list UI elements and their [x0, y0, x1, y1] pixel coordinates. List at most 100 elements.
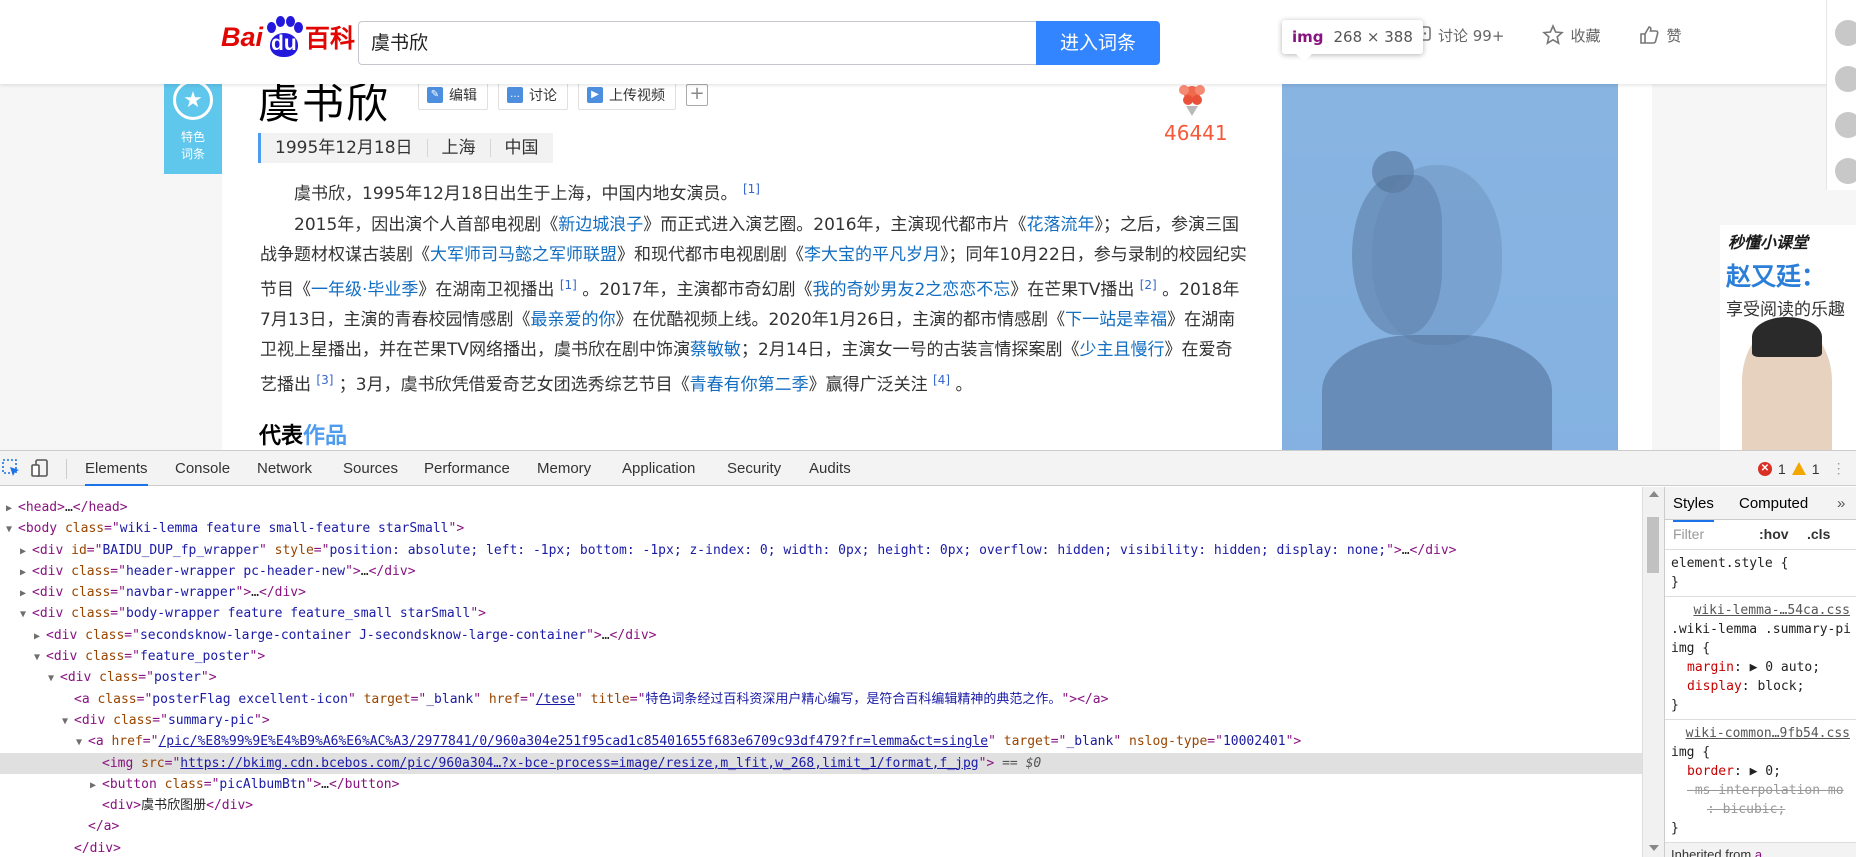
link-qi-miao-nan-you[interactable]: 我的奇妙男友2之恋恋不忘	[812, 280, 1010, 300]
tab-styles[interactable]: Styles	[1673, 487, 1714, 522]
reference-3[interactable]: [3]	[316, 373, 333, 387]
style-rule-1[interactable]: wiki-lemma-…54ca.css .wiki-lemma .summar…	[1665, 597, 1856, 720]
rule1-val-display[interactable]: block;	[1757, 679, 1804, 694]
dom-node-row[interactable]: ▶ <div class="header-wrapper pc-header-ne…	[0, 561, 1642, 582]
favorite-action[interactable]: 收藏	[1542, 24, 1600, 46]
tab-performance[interactable]: Performance	[424, 451, 510, 486]
baidu-baike-logo[interactable]: Bai du 百科	[221, 14, 355, 60]
dom-node-row[interactable]: <a class="posterFlag excellent-icon" tar…	[0, 689, 1642, 710]
dom-node-row[interactable]: ▼ <body class="wiki-lemma feature small-f…	[0, 518, 1642, 539]
flower-icon[interactable]	[1172, 80, 1212, 118]
dom-node-row[interactable]: ▼ <div class="body-wrapper feature featur…	[0, 603, 1642, 624]
collapse-triangle-icon[interactable]: ▼	[76, 732, 88, 753]
rule2-val-border[interactable]: ▶ 0;	[1750, 764, 1781, 779]
dom-node-row[interactable]: </a>	[0, 816, 1642, 837]
dom-node-row[interactable]: ▶ <head>…</head>	[0, 497, 1642, 518]
scroll-thumb[interactable]	[1647, 517, 1659, 573]
collapse-triangle-icon[interactable]: ▼	[48, 668, 60, 689]
rule1-prop-display[interactable]: display	[1671, 679, 1742, 694]
collapse-triangle-icon[interactable]: ▼	[6, 519, 18, 540]
discussion-action[interactable]: 讨论 99+	[1410, 24, 1504, 46]
edit-button[interactable]: ✎ 编辑	[418, 80, 488, 110]
reference-1[interactable]: [1]	[560, 278, 577, 292]
rail-star-icon[interactable]	[1835, 20, 1856, 46]
tab-sources[interactable]: Sources	[343, 451, 398, 486]
dom-node-row[interactable]: ▶ <div class="secondsknow-large-container…	[0, 625, 1642, 646]
collapse-triangle-icon[interactable]: ▼	[34, 647, 46, 668]
elements-scrollbar[interactable]	[1642, 487, 1664, 857]
elements-tree[interactable]: ▶ <head>…</head> ▼ <body class="wiki-lemma …	[0, 487, 1642, 857]
advertisement[interactable]: 秒懂小课堂 赵又廷： 享受阅读的乐趣	[1720, 225, 1856, 450]
dom-node-row[interactable]: ▼ <div class="feature_poster">	[0, 646, 1642, 667]
more-tabs-icon[interactable]: »	[1837, 487, 1845, 520]
dom-node-row[interactable]: ▼ <div class="summary-pic">	[0, 710, 1642, 731]
link-cai-min-min[interactable]: 蔡敏敏	[690, 340, 741, 360]
rule2-val-interpolation[interactable]: : bicubic;	[1707, 802, 1785, 817]
expand-triangle-icon[interactable]: ▶	[20, 541, 32, 562]
reference-4[interactable]: [4]	[933, 373, 950, 387]
dom-node-row[interactable]: ▼ <a href="/pic/%E8%99%9E%E4%B9%A6%E6%AC%…	[0, 731, 1642, 752]
collapse-triangle-icon[interactable]: ▼	[62, 711, 74, 732]
link-shao-zhu-qie-man-xing[interactable]: 少主且慢行	[1079, 340, 1164, 360]
link-yi-nian-ji[interactable]: 一年级·毕业季	[311, 280, 418, 300]
reference-1[interactable]: [1]	[743, 182, 760, 196]
add-button[interactable]: +	[686, 84, 708, 106]
rule1-val-margin[interactable]: ▶ 0 auto;	[1750, 660, 1820, 675]
inspect-element-icon[interactable]	[0, 457, 22, 479]
dom-node-selected[interactable]: <img src="https://bkimg.cdn.bcebos.com/p…	[0, 752, 1642, 774]
rule2-source-link[interactable]: wiki-common…9fb54.css	[1671, 724, 1850, 743]
rail-wechat-icon[interactable]	[1835, 112, 1856, 138]
tab-elements[interactable]: Elements	[85, 451, 148, 486]
style-rule-2[interactable]: wiki-common…9fb54.css img { border: ▶ 0;…	[1665, 720, 1856, 843]
expand-triangle-icon[interactable]: ▶	[6, 498, 18, 519]
expand-triangle-icon[interactable]: ▶	[34, 626, 46, 647]
link-xia-yi-zhan[interactable]: 下一站是幸福	[1065, 310, 1167, 330]
dom-node-row[interactable]: </div>	[0, 838, 1642, 857]
reference-2[interactable]: [2]	[1140, 278, 1157, 292]
element-style-rule[interactable]: element.style { }	[1665, 550, 1856, 597]
tab-application[interactable]: Application	[622, 451, 695, 486]
link-li-da-bao[interactable]: 李大宝的平凡岁月	[804, 245, 940, 265]
tab-computed[interactable]: Computed	[1739, 487, 1808, 520]
expand-triangle-icon[interactable]: ▶	[20, 583, 32, 604]
scroll-down-arrow[interactable]	[1649, 845, 1659, 851]
rule2-prop-interpolation[interactable]: -ms-interpolation-mo	[1671, 783, 1844, 798]
tab-audits[interactable]: Audits	[809, 451, 851, 486]
like-action[interactable]: 赞	[1638, 24, 1681, 46]
rail-eye-icon[interactable]	[1835, 66, 1856, 92]
device-toolbar-icon[interactable]	[30, 457, 52, 479]
feature-badge[interactable]: ★ 特色 词条	[164, 74, 222, 174]
enter-lemma-button[interactable]: 进入词条	[1036, 21, 1160, 65]
dom-node-row[interactable]: ▶ <button class="picAlbumBtn">…</button>	[0, 774, 1642, 795]
dom-node-row[interactable]: ▶ <div id="BAIDU_DUP_fp_wrapper" style="p…	[0, 540, 1642, 561]
scroll-up-arrow[interactable]	[1649, 491, 1659, 497]
tab-security[interactable]: Security	[727, 451, 781, 486]
rule1-source-link[interactable]: wiki-lemma-…54ca.css	[1671, 601, 1850, 620]
tab-network[interactable]: Network	[257, 451, 312, 486]
link-jun-shi-lian-meng[interactable]: 大军师司马懿之军师联盟	[430, 245, 617, 265]
rail-weibo-icon[interactable]	[1835, 158, 1856, 184]
rule1-prop-margin[interactable]: margin	[1671, 660, 1734, 675]
styles-filter-input[interactable]: Filter	[1673, 526, 1704, 542]
dom-node-row[interactable]: ▶ <div class="navbar-wrapper">…</div>	[0, 582, 1642, 603]
link-hua-luo-liu-nian[interactable]: 花落流年	[1027, 215, 1095, 235]
discuss-button[interactable]: … 讨论	[498, 80, 568, 110]
rule2-prop-border[interactable]: border	[1671, 764, 1734, 779]
collapse-triangle-icon[interactable]: ▼	[20, 604, 32, 625]
search-input[interactable]: 虞书欣	[358, 21, 1036, 65]
expand-triangle-icon[interactable]: ▶	[90, 775, 102, 796]
class-toggle[interactable]: .cls	[1807, 526, 1830, 542]
dom-node-row[interactable]	[0, 487, 1642, 497]
attr-value[interactable]: /tese	[536, 692, 575, 707]
hover-state-toggle[interactable]: :hov	[1759, 526, 1789, 542]
link-xin-bian-cheng-lang-zi[interactable]: 新边城浪子	[558, 215, 643, 235]
link-qing-chun-you-ni[interactable]: 青春有你第二季	[690, 375, 809, 395]
attr-value[interactable]: /pic/%E8%99%9E%E4%B9%A6%E6%AC%A3/2977841…	[158, 734, 988, 749]
link-zui-qin-ai-de-ni[interactable]: 最亲爱的你	[530, 310, 615, 330]
dom-node-row[interactable]: ▼ <div class="poster">	[0, 667, 1642, 688]
error-warning-counter[interactable]: ✕ 1 1 ⋮	[1758, 460, 1846, 477]
menu-kebab-icon[interactable]: ⋮	[1832, 460, 1846, 477]
expand-triangle-icon[interactable]: ▶	[20, 562, 32, 583]
tab-console[interactable]: Console	[175, 451, 230, 486]
upload-video-button[interactable]: ▶ 上传视频	[578, 80, 676, 110]
